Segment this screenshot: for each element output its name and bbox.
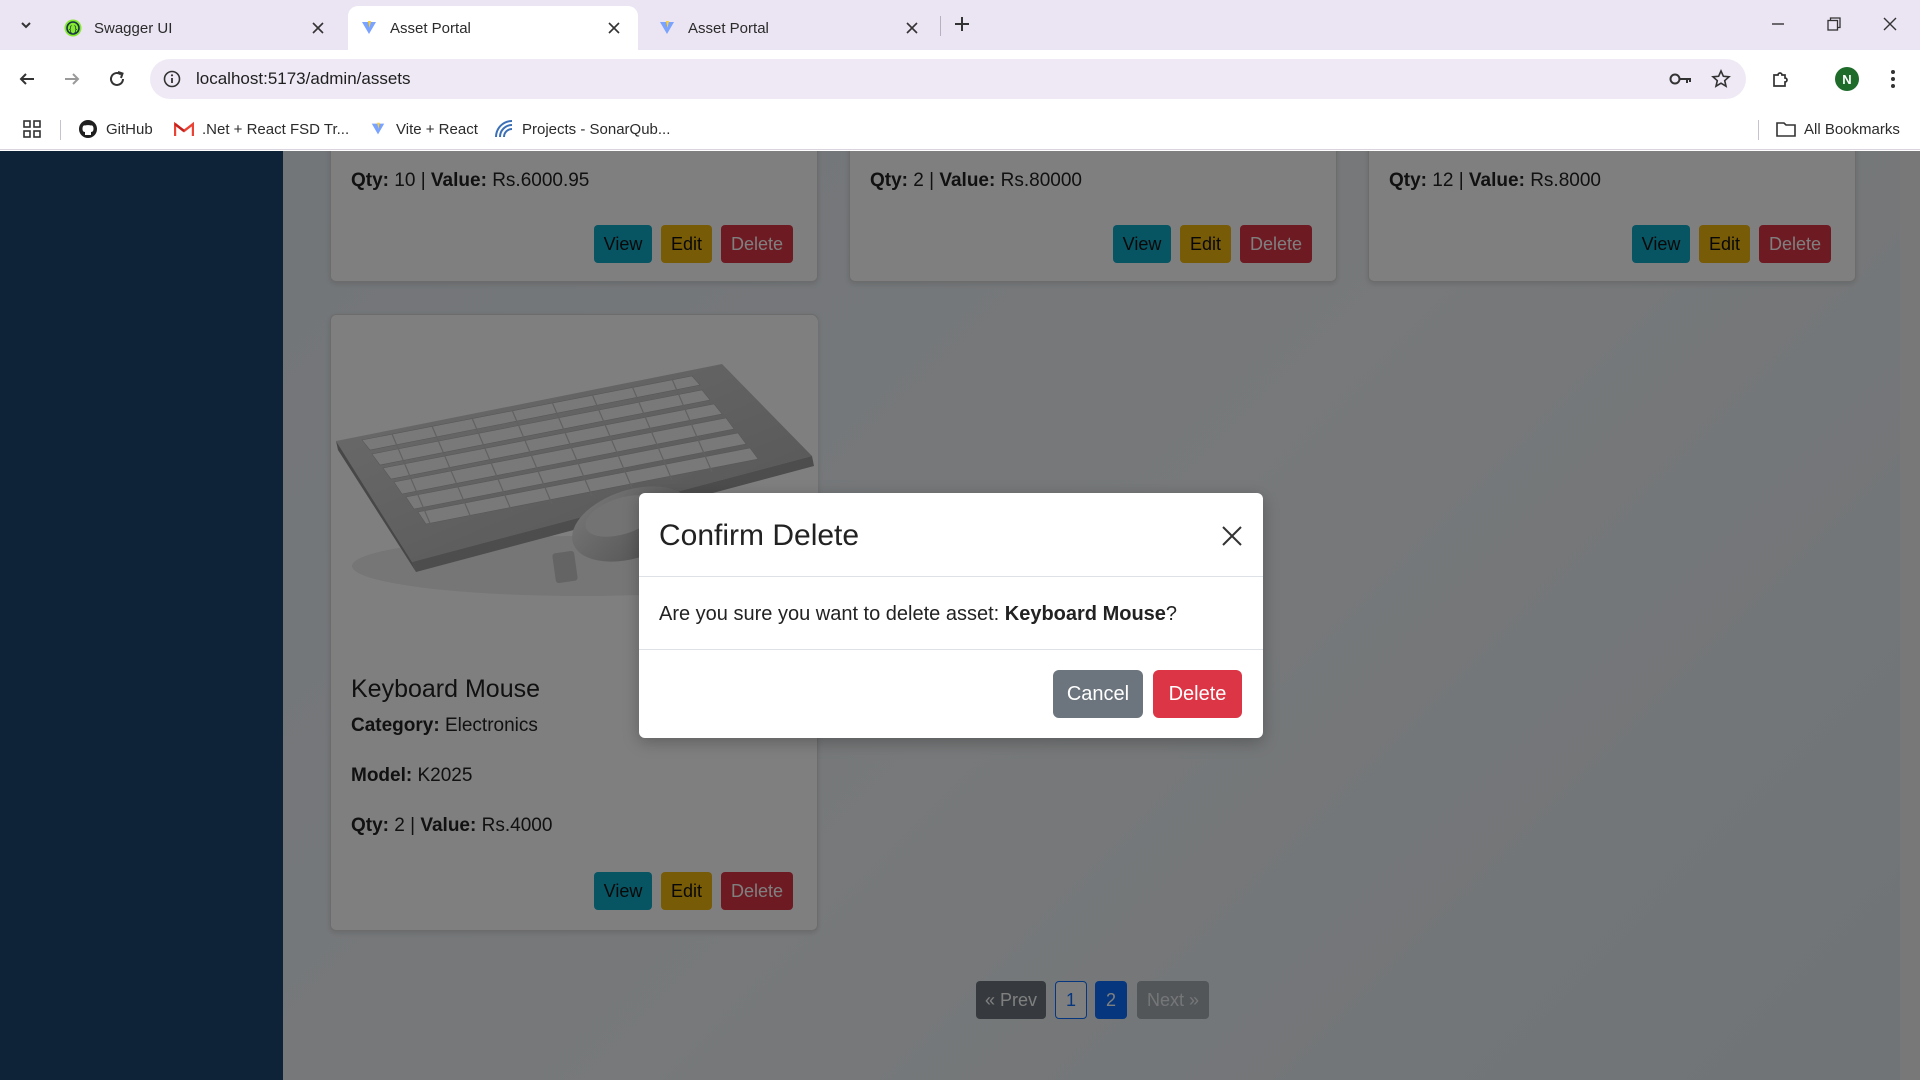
vite-icon (360, 19, 378, 37)
confirm-delete-button[interactable]: Delete (1153, 670, 1242, 718)
all-bookmarks-button[interactable]: All Bookmarks (1776, 118, 1900, 140)
puzzle-icon (1773, 72, 1788, 87)
chevron-down-icon (21, 22, 31, 29)
tab-title: Swagger UI (94, 19, 173, 37)
tab-asset-portal-active[interactable]: Asset Portal (348, 6, 638, 50)
bookmark-vite-react[interactable]: Vite + React (368, 118, 478, 140)
gmail-icon (174, 119, 194, 139)
more-vertical-icon (1891, 70, 1895, 88)
bookmark-label: Vite + React (396, 120, 478, 138)
back-button[interactable] (10, 62, 44, 96)
bookmark-github[interactable]: GitHub (78, 118, 153, 140)
asset-name-highlight: Keyboard Mouse (1004, 603, 1166, 625)
modal-footer: Cancel Delete (639, 649, 1263, 738)
reload-icon (110, 71, 124, 86)
vite-icon (368, 119, 388, 139)
browser-toolbar: localhost:5173/admin/assets N (0, 50, 1920, 108)
tab-separator (940, 16, 941, 36)
bookmark-label: All Bookmarks (1804, 120, 1900, 138)
password-key-icon[interactable] (1668, 67, 1694, 91)
minimize-button[interactable] (1750, 0, 1806, 48)
close-window-button[interactable] (1862, 0, 1918, 48)
bookmark-label: Projects - SonarQub... (522, 120, 671, 138)
close-icon (1222, 526, 1242, 546)
browser-menu-button[interactable] (1876, 62, 1910, 96)
apps-button[interactable] (22, 118, 42, 140)
close-tab-icon[interactable] (308, 18, 328, 38)
tab-swagger-ui[interactable]: {} Swagger UI (52, 6, 342, 50)
plus-icon (955, 17, 969, 31)
avatar: N (1835, 67, 1859, 91)
address-bar[interactable]: localhost:5173/admin/assets (150, 59, 1746, 99)
new-tab-button[interactable] (948, 10, 976, 38)
profile-button[interactable]: N (1830, 62, 1864, 96)
bookmarks-bar: GitHub .Net + React FSD Tr... Vite + Rea… (0, 108, 1920, 150)
folder-icon (1776, 119, 1796, 139)
modal-title: Confirm Delete (659, 519, 860, 552)
close-tab-icon[interactable] (902, 18, 922, 38)
apps-grid-icon (23, 120, 41, 138)
close-icon (1883, 17, 1897, 31)
sonarqube-icon (494, 119, 514, 139)
tab-search-button[interactable] (12, 11, 40, 39)
close-modal-button[interactable] (1217, 521, 1247, 551)
tab-title: Asset Portal (390, 19, 471, 37)
tab-strip: {} Swagger UI Asset Portal Asset Portal (0, 0, 1920, 50)
bookmark-separator (60, 120, 61, 140)
modal-message: Are you sure you want to delete asset: K… (659, 603, 1178, 625)
modal-header: Confirm Delete (639, 493, 1263, 577)
close-tab-icon[interactable] (604, 18, 624, 38)
tab-title: Asset Portal (688, 19, 769, 37)
svg-text:{}: {} (68, 25, 78, 34)
cancel-button[interactable]: Cancel (1053, 670, 1143, 718)
tab-asset-portal[interactable]: Asset Portal (646, 6, 936, 50)
restore-button[interactable] (1806, 0, 1862, 48)
bookmark-label: .Net + React FSD Tr... (202, 120, 350, 138)
bookmark-net-react[interactable]: .Net + React FSD Tr... (174, 118, 349, 140)
restore-icon (1827, 17, 1841, 31)
reload-button[interactable] (100, 62, 134, 96)
arrow-left-icon (19, 73, 34, 85)
forward-button[interactable] (55, 62, 89, 96)
minimize-icon (1772, 23, 1784, 25)
vite-icon (658, 19, 676, 37)
bookmark-star-icon[interactable] (1708, 67, 1734, 91)
github-icon (78, 119, 98, 139)
swagger-icon: {} (64, 19, 82, 37)
url-text[interactable]: localhost:5173/admin/assets (196, 69, 411, 89)
bookmark-separator (1758, 120, 1759, 140)
bookmark-label: GitHub (106, 120, 153, 138)
site-info-icon[interactable] (160, 67, 184, 91)
bookmark-sonarqube[interactable]: Projects - SonarQub... (494, 118, 670, 140)
confirm-delete-modal: Confirm Delete Are you sure you want to … (639, 493, 1263, 738)
arrow-right-icon (65, 73, 80, 85)
extensions-button[interactable] (1764, 62, 1798, 96)
page-viewport: Qty: 10 | Value: Rs.6000.95 View Edit De… (0, 151, 1920, 1080)
